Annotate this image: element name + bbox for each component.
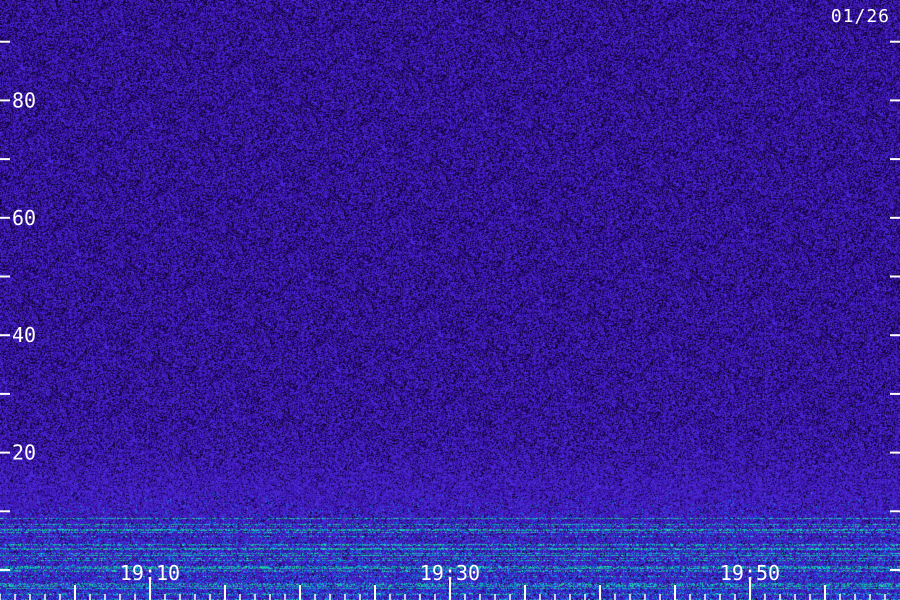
spectrogram-chart: 2040608010019:1019:3019:50 01/26 <box>0 0 900 600</box>
x-tick-label: 19:10 <box>120 561 180 585</box>
x-tick-label: 19:30 <box>420 561 480 585</box>
y-tick-label: 60 <box>12 206 36 230</box>
y-tick-label: 80 <box>12 88 36 112</box>
y-tick-label: 20 <box>12 441 36 465</box>
date-label: 01/26 <box>830 6 890 27</box>
y-tick-label: 40 <box>12 323 36 347</box>
x-tick-label: 19:50 <box>720 561 780 585</box>
axis-overlay: 2040608010019:1019:3019:50 <box>0 40 900 600</box>
